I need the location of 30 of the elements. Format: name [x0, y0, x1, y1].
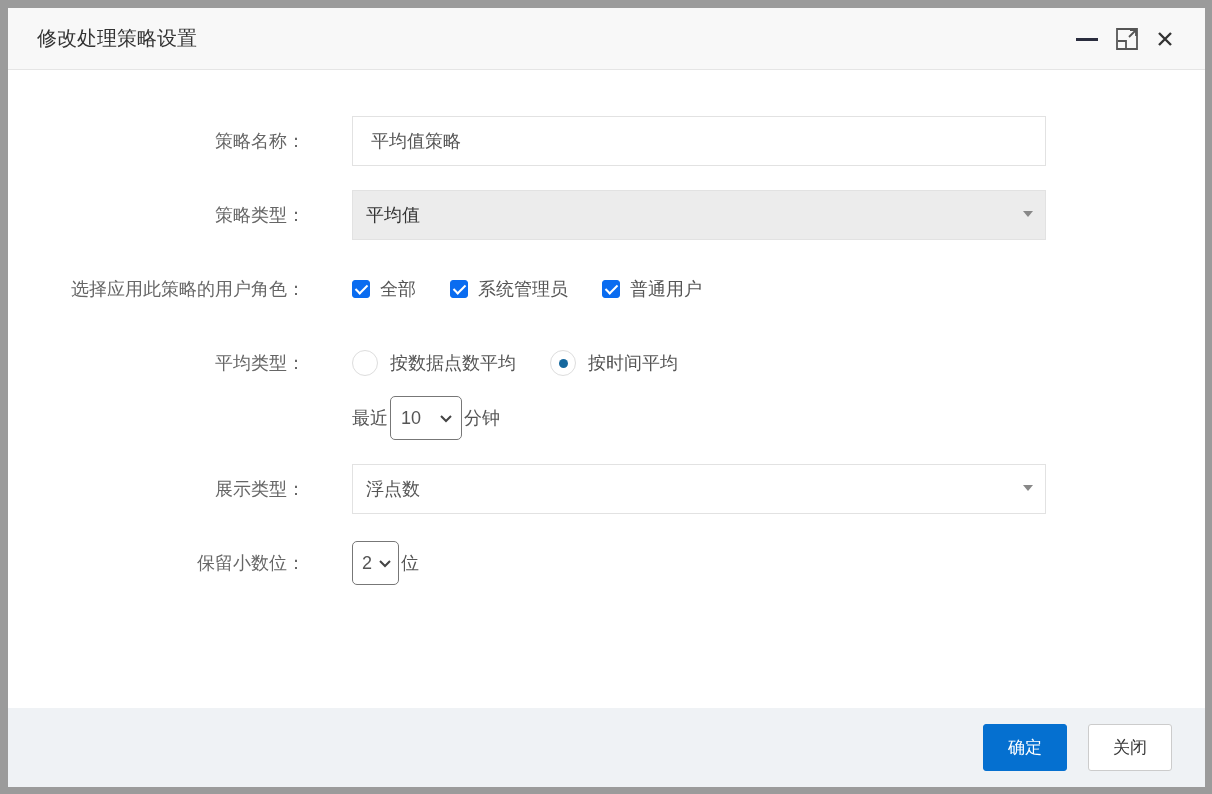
dialog-title: 修改处理策略设置 — [37, 26, 197, 51]
radio-button[interactable] — [352, 350, 378, 376]
maximize-icon[interactable] — [1115, 26, 1139, 51]
field-label: 保留小数位： — [196, 552, 306, 575]
dropdown[interactable]: 10 — [390, 396, 462, 440]
confirm-button[interactable]: 确定 — [983, 724, 1067, 771]
dropdown[interactable]: 2 — [352, 541, 399, 585]
dropdown[interactable]: 浮点数 — [352, 464, 1046, 514]
checkbox-label[interactable]: 全部 — [380, 277, 416, 301]
unit-text: 分钟 — [464, 407, 500, 430]
checkbox[interactable] — [352, 280, 370, 298]
checkbox[interactable] — [602, 280, 620, 298]
dropdown: 平均值 — [352, 190, 1046, 240]
input-field[interactable]: 平均值策略 — [352, 116, 1046, 166]
field-label: 策略名称： — [214, 130, 306, 153]
field-label: 选择应用此策略的用户角色： — [70, 278, 306, 301]
field-label: 展示类型： — [214, 478, 306, 501]
checkbox-label[interactable]: 系统管理员 — [478, 277, 568, 301]
checkbox-label[interactable]: 普通用户 — [630, 277, 702, 301]
close-button[interactable]: 关闭 — [1088, 724, 1172, 771]
radio-button[interactable] — [550, 350, 576, 376]
radio-label[interactable]: 按时间平均 — [588, 351, 678, 375]
prefix-text: 最近 — [352, 407, 388, 430]
caret-icon — [1023, 211, 1033, 217]
radio-label[interactable]: 按数据点数平均 — [390, 351, 516, 375]
field-label: 平均类型： — [214, 352, 306, 375]
caret-icon — [1023, 485, 1033, 491]
checkbox[interactable] — [450, 280, 468, 298]
unit-text: 位 — [401, 552, 419, 575]
field-label: 策略类型： — [214, 204, 306, 227]
